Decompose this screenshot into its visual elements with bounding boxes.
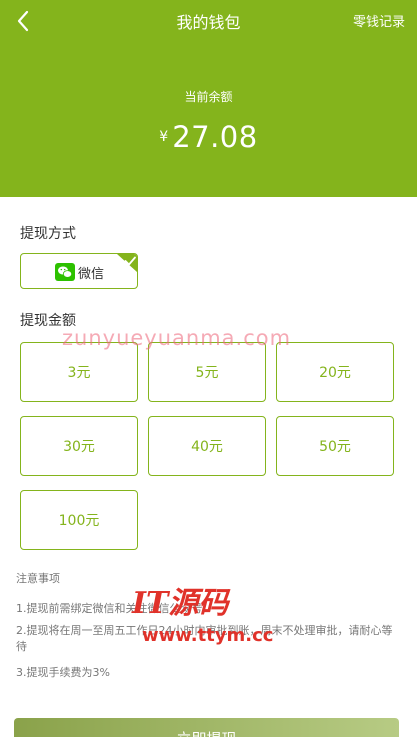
balance-display: ¥27.08 (0, 120, 417, 154)
balance-amount: 27.08 (172, 120, 258, 154)
currency-symbol: ¥ (159, 129, 169, 145)
amount-option-20[interactable]: 20元 (276, 342, 394, 402)
amount-option-40[interactable]: 40元 (148, 416, 266, 476)
note-item: 2.提现将在周一至周五工作日24小时内审批到账，周末不处理审批，请耐心等待 (16, 624, 393, 653)
wallet-header: 我的钱包 零钱记录 当前余额 ¥27.08 (0, 0, 417, 197)
amount-option-50[interactable]: 50元 (276, 416, 394, 476)
amount-option-30[interactable]: 30元 (20, 416, 138, 476)
amount-option-5[interactable]: 5元 (148, 342, 266, 402)
amount-option-100[interactable]: 100元 (20, 490, 138, 550)
withdraw-amount-title: 提现金额 (20, 313, 76, 329)
note-item: 3.提现手续费为3% (16, 666, 110, 679)
note-item: 1.提现前需绑定微信和关注微信公众号 (16, 602, 203, 615)
wechat-icon (55, 263, 75, 281)
amount-option-3[interactable]: 3元 (20, 342, 138, 402)
notes-title: 注意事项 (16, 572, 60, 585)
selected-check-icon (117, 254, 137, 272)
withdraw-method-title: 提现方式 (20, 226, 76, 242)
wechat-method-option[interactable]: 微信 (20, 253, 138, 289)
submit-withdraw-button[interactable]: 立即提现 (14, 718, 399, 737)
wechat-method-label: 微信 (78, 267, 105, 282)
balance-label: 当前余额 (184, 90, 233, 104)
records-link[interactable]: 零钱记录 (353, 11, 405, 30)
